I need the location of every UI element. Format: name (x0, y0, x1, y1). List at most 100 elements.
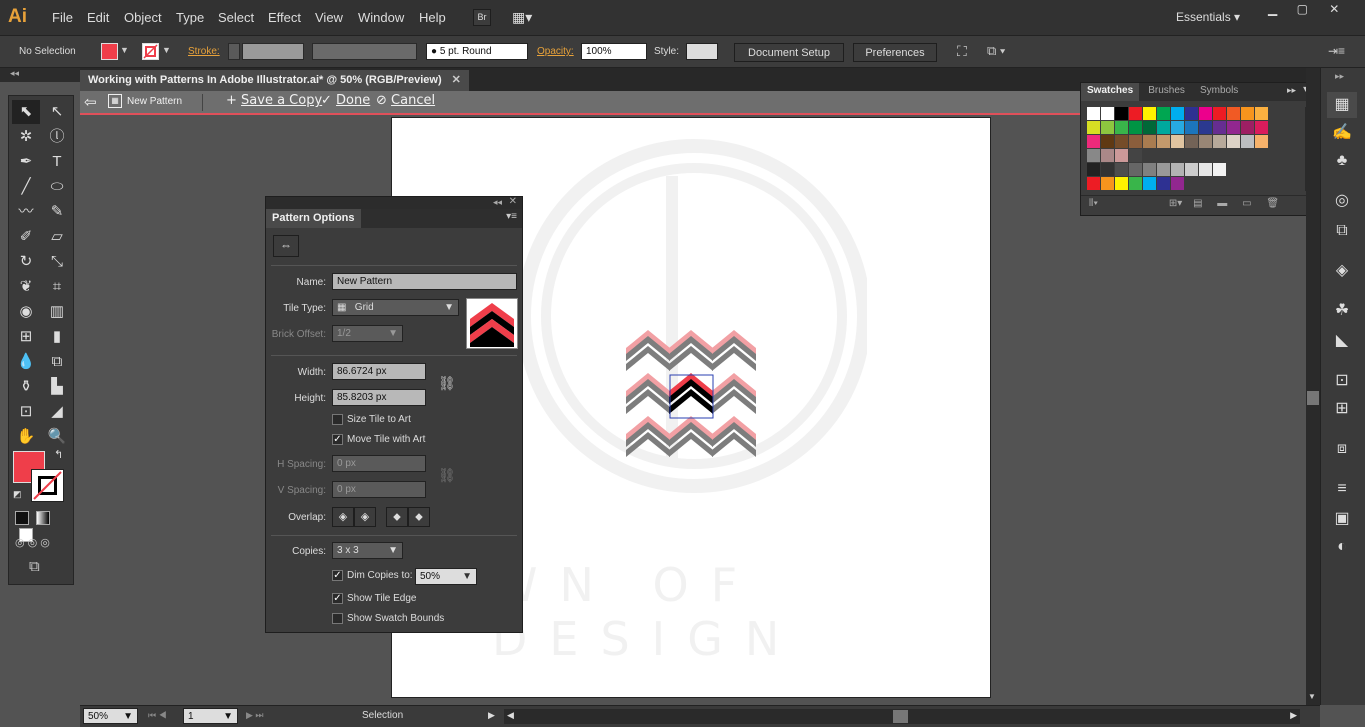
slice-icon[interactable]: ◢ (43, 400, 71, 424)
dim-copies-checkbox[interactable]: ✓ (332, 570, 343, 581)
expand-icon[interactable]: ▸▸ (1287, 85, 1296, 96)
swatch[interactable] (1199, 163, 1212, 176)
minimize-icon[interactable]: ▁ (1268, 2, 1277, 16)
stroke-swatch[interactable] (142, 43, 159, 60)
shape-builder-icon[interactable]: ◉ (12, 300, 40, 324)
scale-icon[interactable]: ⤡ (43, 250, 71, 274)
swatch[interactable] (1101, 121, 1114, 134)
swatch[interactable] (1157, 121, 1170, 134)
pattern-options-tab[interactable]: Pattern Options (266, 209, 361, 228)
bridge-button[interactable]: Br (473, 9, 491, 26)
stroke-stepper[interactable] (228, 43, 240, 60)
chevron-down-icon[interactable]: ▼ (162, 45, 171, 55)
width-field[interactable]: 86.6724 px (332, 363, 426, 380)
swatch[interactable] (1087, 177, 1100, 190)
isolate-icon[interactable]: ⛶ (957, 43, 967, 60)
pathfinder-panel-icon[interactable]: ⧈ (1327, 436, 1357, 462)
save-copy-button[interactable]: + Save a Copy (226, 93, 322, 108)
color-guide-icon[interactable]: ◐ (1327, 534, 1357, 560)
artboard-icon[interactable]: ⊡ (12, 400, 40, 424)
symbols-panel-icon[interactable]: ♣ (1327, 148, 1357, 174)
menu-object[interactable]: Object (124, 10, 162, 25)
h-spacing-field[interactable]: 0 px (332, 455, 426, 472)
swatch[interactable] (1171, 163, 1184, 176)
appearance-panel-icon[interactable]: ☘ (1327, 298, 1357, 324)
swatch[interactable] (1157, 177, 1170, 190)
lasso-icon[interactable]: ⓛ (43, 125, 71, 149)
swatch[interactable] (1227, 107, 1240, 120)
transform-panel-icon[interactable]: ⊞ (1327, 396, 1357, 422)
swatch[interactable] (1129, 107, 1142, 120)
free-transform-icon[interactable]: ⌗ (43, 275, 71, 299)
tile-type-dropdown[interactable]: ▦ Grid ▼ (332, 299, 459, 316)
height-field[interactable]: 85.8203 px (332, 389, 426, 406)
canvas-vertical-scrollbar[interactable]: ▼ (1306, 68, 1320, 705)
swatch[interactable] (1199, 107, 1212, 120)
drawing-modes-icon[interactable]: ◎ ◎ ◎ (15, 536, 50, 549)
mesh-icon[interactable]: ⊞ (12, 325, 40, 349)
dim-copies-option[interactable]: ✓ Dim Copies to: (332, 570, 413, 581)
ellipse-tool-icon[interactable]: ⬭ (43, 175, 71, 199)
brush-definition-dropdown[interactable]: ● 5 pt. Round (426, 43, 528, 60)
page-field[interactable]: 1 ▼ (183, 708, 238, 724)
v-spacing-field[interactable]: 0 px (332, 481, 426, 498)
swatch[interactable] (1143, 177, 1156, 190)
show-swatch-bounds-checkbox[interactable] (332, 613, 343, 624)
zoom-field[interactable]: 50% ▼ (83, 708, 138, 724)
eyedropper-icon[interactable]: 💧 (12, 350, 40, 374)
pencil-icon[interactable]: ✎ (43, 200, 71, 224)
brick-offset-dropdown[interactable]: 1/2 ▼ (332, 325, 403, 342)
swatch[interactable] (1115, 177, 1128, 190)
blob-brush-icon[interactable]: ✐ (12, 225, 40, 249)
gradient-panel-icon[interactable]: ▣ (1327, 506, 1357, 532)
swatch[interactable] (1115, 149, 1128, 162)
swatch[interactable] (1087, 163, 1100, 176)
expand-dock-icon[interactable]: ▸▸ (1335, 71, 1344, 82)
show-tile-edge-option[interactable]: ✓ Show Tile Edge (332, 593, 417, 604)
show-swatch-bounds-option[interactable]: Show Swatch Bounds (332, 613, 444, 624)
swatch[interactable] (1185, 163, 1198, 176)
swatch[interactable] (1199, 121, 1212, 134)
symbols-tab[interactable]: Symbols (1194, 83, 1244, 98)
swatch[interactable] (1143, 107, 1156, 120)
pen-tool-icon[interactable]: ✒ (12, 150, 40, 174)
menu-effect[interactable]: Effect (268, 10, 301, 25)
swatch[interactable] (1129, 135, 1142, 148)
selection-tool-icon[interactable]: ⬉ (12, 100, 40, 124)
swatch[interactable] (1255, 135, 1268, 148)
link-icon[interactable]: ⛓ (438, 375, 456, 392)
rotate-icon[interactable]: ↻ (12, 250, 40, 274)
swatch-options-icon[interactable]: ▤ (1193, 198, 1202, 209)
menu-file[interactable]: File (52, 10, 73, 25)
menu-edit[interactable]: Edit (87, 10, 109, 25)
size-tile-checkbox[interactable] (332, 414, 343, 425)
close-icon[interactable]: ✕ (1329, 2, 1339, 16)
graph-icon[interactable]: ▙ (43, 375, 71, 399)
zoom-icon[interactable]: 🔍 (43, 425, 71, 449)
swatch[interactable] (1101, 135, 1114, 148)
transparency-panel-icon[interactable]: ⧉ (1327, 218, 1357, 244)
workspace-switcher[interactable]: Essentials ▾ (1176, 10, 1240, 24)
overlap-left-in-front-icon[interactable]: ◈ (332, 507, 354, 527)
hand-icon[interactable]: ✋ (12, 425, 40, 449)
swatch[interactable] (1213, 107, 1226, 120)
swatch[interactable] (1129, 177, 1142, 190)
graphic-style-picker[interactable] (686, 43, 718, 60)
swatches-tab[interactable]: Swatches (1081, 83, 1140, 101)
type-tool-icon[interactable]: T (43, 150, 71, 174)
swatch[interactable] (1101, 163, 1114, 176)
status-menu-icon[interactable]: ▶ (488, 710, 495, 721)
swatch[interactable] (1129, 121, 1142, 134)
color-icon[interactable] (15, 511, 29, 525)
swatch[interactable] (1101, 149, 1114, 162)
document-setup-button[interactable]: Document Setup (734, 43, 844, 62)
graphic-styles-icon[interactable]: ◣ (1327, 328, 1357, 354)
swatch[interactable] (1255, 107, 1268, 120)
screen-mode-icon[interactable]: ⧉ (29, 558, 40, 575)
canvas-horizontal-scrollbar[interactable]: ◀ ▶ (504, 709, 1300, 724)
cancel-button[interactable]: ⊘ Cancel (376, 93, 435, 108)
back-arrow-icon[interactable]: ⇦ (84, 93, 97, 111)
swatch[interactable] (1227, 121, 1240, 134)
swatch[interactable] (1143, 135, 1156, 148)
swatch[interactable] (1115, 121, 1128, 134)
